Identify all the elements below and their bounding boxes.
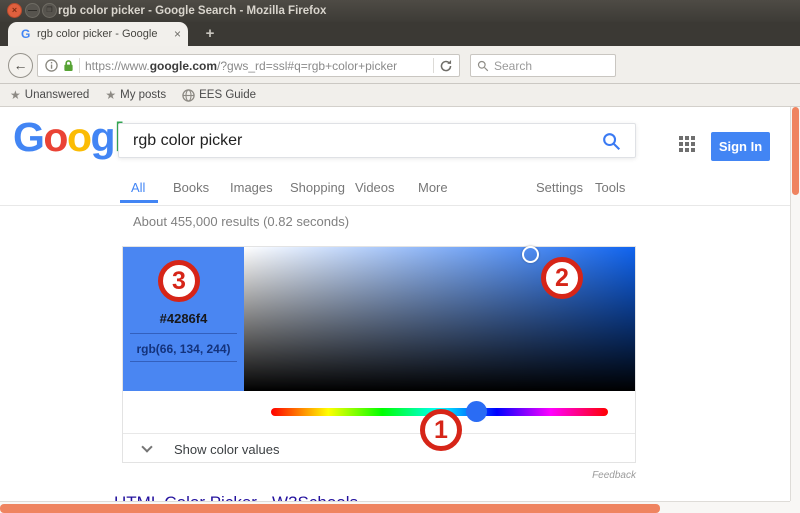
search-query-text[interactable]: rgb color picker [133,124,242,157]
vertical-scrollbar-thumb[interactable] [792,107,799,195]
google-favicon-icon: G [21,27,30,41]
results-stats: About 455,000 results (0.82 seconds) [133,214,349,229]
google-search-box[interactable]: rgb color picker [118,123,636,158]
bookmark-label: Unanswered [25,89,90,101]
logo-letter: g [91,114,115,160]
sign-in-button[interactable]: Sign In [711,132,770,161]
logo-letter: o [67,114,91,160]
url-text[interactable]: https://www.google.com/?gws_rd=ssl#q=rgb… [85,59,397,73]
horizontal-scrollbar[interactable] [0,501,790,513]
url-divider [433,58,434,73]
chevron-down-icon[interactable] [141,441,152,452]
bookmark-item[interactable]: ★ Unanswered [10,88,89,102]
horizontal-scrollbar-thumb[interactable] [0,504,660,513]
info-icon[interactable] [45,59,58,72]
annotation-circle-2: 2 [541,257,583,299]
tab-bar: G rgb color picker - Google × + [0,22,800,46]
rgb-value[interactable]: rgb(66, 134, 244) [123,342,244,356]
active-tab-underline [120,200,158,203]
window-close-button[interactable]: × [7,3,22,18]
tab-tools[interactable]: Tools [595,180,625,195]
swatch-divider [130,333,237,334]
tab-videos[interactable]: Videos [355,180,395,195]
swatch-divider [130,361,237,362]
search-magnifier-icon[interactable] [602,132,621,151]
tab-title: rgb color picker - Google [37,28,165,40]
show-color-values-label[interactable]: Show color values [174,442,280,457]
bookmarks-bar: ★ Unanswered ★ My posts EES Guide [0,84,800,107]
annotation-circle-3: 3 [158,260,200,302]
tabs-divider [0,205,790,206]
window-minimize-button[interactable]: — [25,3,40,18]
window-maximize-button[interactable]: ❒ [42,3,57,18]
tab-settings[interactable]: Settings [536,180,583,195]
tab-images[interactable]: Images [230,180,273,195]
feedback-link[interactable]: Feedback [536,470,636,481]
navigation-toolbar: ← https://www.google.com/?gws_rd=ssl#q=r… [0,46,800,84]
globe-icon [182,89,199,102]
hex-value[interactable]: #4286f4 [123,311,244,326]
reload-icon[interactable] [439,59,453,73]
browser-window: × — ❒ rgb color picker - Google Search -… [0,0,800,513]
vertical-scrollbar[interactable] [790,107,800,501]
logo-letter: o [43,114,67,160]
bookmark-item[interactable]: EES Guide [182,89,256,102]
hue-slider-row [123,391,635,433]
tab-close-icon[interactable]: × [174,27,181,41]
bookmark-label: My posts [120,89,166,101]
bookmark-star-icon: ★ [10,88,21,102]
picker-footer[interactable]: Show color values [123,433,635,462]
apps-grid-icon[interactable] [679,136,683,140]
tab-books[interactable]: Books [173,180,209,195]
bookmark-label: EES Guide [199,89,256,101]
tab-more[interactable]: More [418,180,448,195]
window-titlebar: × — ❒ rgb color picker - Google Search -… [0,0,800,22]
logo-letter: G [13,114,43,160]
bookmark-item[interactable]: ★ My posts [105,88,166,102]
page-content: Google rgb color picker Sign In All Book… [0,107,790,513]
tab-all[interactable]: All [131,180,145,195]
url-divider [79,58,80,73]
annotation-circle-1: 1 [420,409,462,451]
search-icon [477,60,489,72]
search-bar[interactable]: Search [470,54,616,77]
search-placeholder: Search [494,59,532,73]
hue-slider-thumb[interactable] [466,401,487,422]
lock-icon[interactable] [63,59,74,72]
gradient-marker[interactable] [522,246,539,263]
browser-tab[interactable]: G rgb color picker - Google × [8,22,188,46]
window-title: rgb color picker - Google Search - Mozil… [58,0,326,22]
back-button[interactable]: ← [8,53,33,78]
url-bar[interactable]: https://www.google.com/?gws_rd=ssl#q=rgb… [37,54,460,77]
scrollbar-corner [790,501,800,513]
tab-shopping[interactable]: Shopping [290,180,345,195]
bookmark-star-icon: ★ [105,88,116,102]
new-tab-button[interactable]: + [196,25,224,44]
